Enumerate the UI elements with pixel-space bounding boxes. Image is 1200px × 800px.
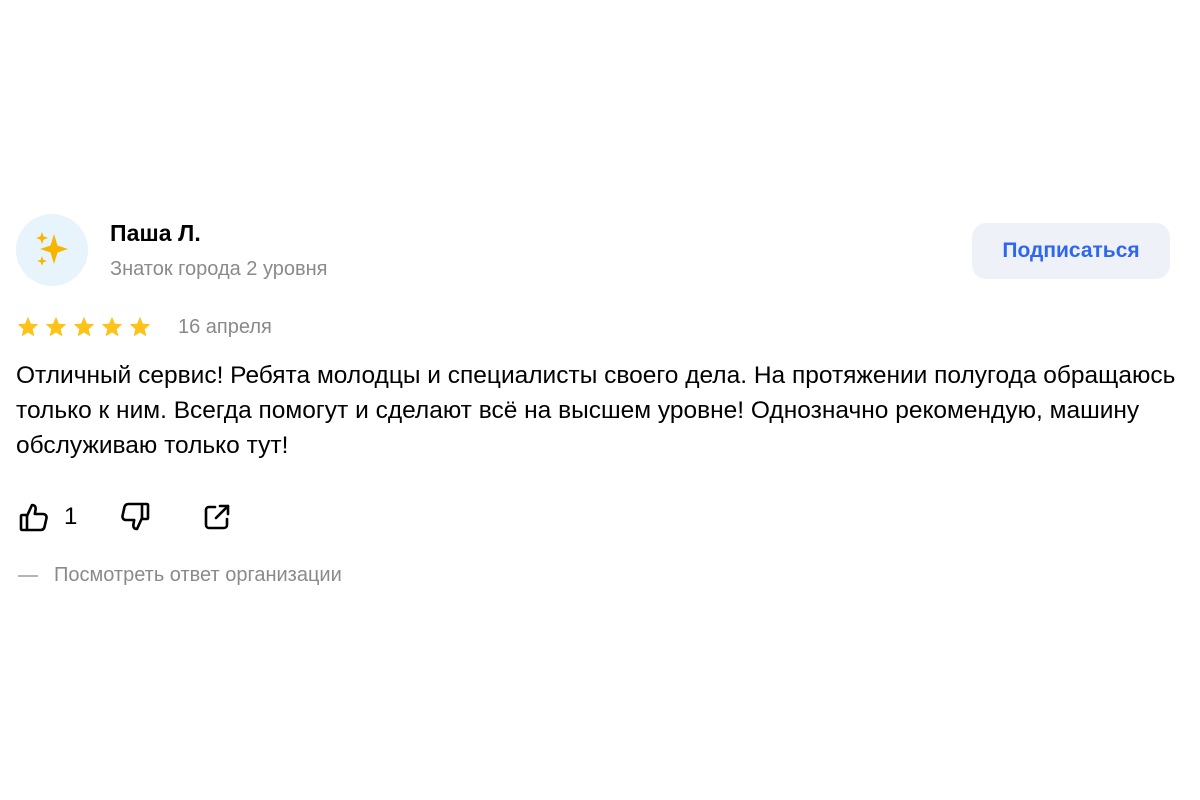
dash-divider	[18, 574, 38, 577]
star-icon	[73, 316, 95, 337]
review-header: Паша Л. Знаток города 2 уровня Подписать…	[16, 212, 1176, 292]
subscribe-button[interactable]: Подписаться	[972, 223, 1170, 279]
star-icon	[101, 316, 123, 337]
author-name[interactable]: Паша Л.	[110, 220, 201, 247]
view-org-reply-link[interactable]: Посмотреть ответ организации	[18, 564, 342, 587]
view-org-reply-label: Посмотреть ответ организации	[54, 564, 342, 586]
author-level: Знаток города 2 уровня	[110, 258, 328, 280]
review-text: Отличный сервис! Ребята молодцы и специа…	[16, 362, 1176, 459]
sparkles-icon	[36, 232, 68, 266]
review-meta: 16 апреля	[16, 315, 272, 339]
review-actions: 1	[16, 497, 235, 537]
like-button[interactable]: 1	[16, 499, 77, 535]
review-date: 16 апреля	[178, 316, 272, 338]
thumbs-up-icon	[19, 503, 48, 532]
share-button[interactable]	[199, 499, 235, 535]
star-icon	[129, 316, 151, 337]
rating-stars	[16, 315, 152, 339]
star-icon	[17, 316, 39, 337]
avatar[interactable]	[16, 214, 88, 286]
dislike-button[interactable]	[117, 499, 153, 535]
star-icon	[45, 316, 67, 337]
review-card: Паша Л. Знаток города 2 уровня Подписать…	[16, 212, 1176, 586]
like-count: 1	[64, 503, 78, 530]
share-icon	[205, 504, 230, 530]
thumbs-down-icon	[121, 502, 150, 531]
